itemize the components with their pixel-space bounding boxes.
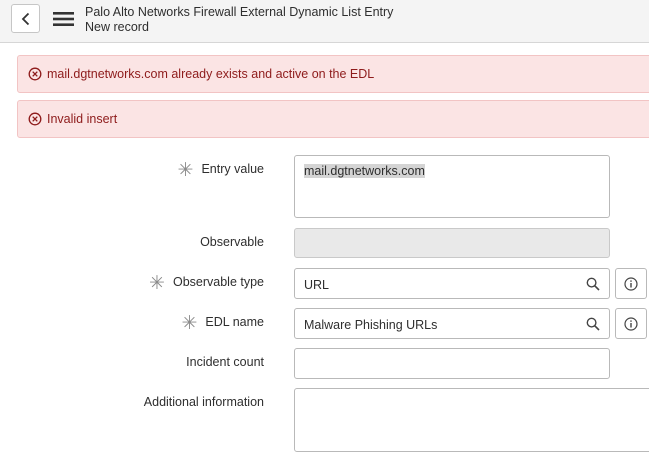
- hamburger-menu-icon: [52, 12, 74, 26]
- observable-type-label: ✳ Observable type: [149, 273, 264, 294]
- entry-value-textarea[interactable]: mail.dgtnetworks.com: [294, 155, 610, 218]
- entry-value-label: ✳ Entry value: [177, 160, 264, 181]
- additional-information-textarea[interactable]: [294, 388, 649, 452]
- error-message-text: mail.dgtnetworks.com already exists and …: [47, 67, 375, 81]
- error-message-text: Invalid insert: [47, 112, 118, 126]
- observable-label: Observable: [200, 235, 264, 249]
- required-asterisk-icon: ✳: [149, 273, 165, 294]
- search-icon: [586, 277, 600, 291]
- edl-name-label-text: EDL name: [205, 315, 264, 329]
- error-message: Invalid insert: [17, 100, 649, 138]
- header-title-block: Palo Alto Networks Firewall External Dyn…: [85, 5, 393, 35]
- observable-label-text: Observable: [200, 235, 264, 249]
- edl-name-value: Malware Phishing URLs: [304, 318, 438, 332]
- info-icon: [624, 276, 638, 291]
- page-subtitle: New record: [85, 20, 149, 34]
- required-asterisk-icon: ✳: [181, 313, 198, 334]
- page-title: Palo Alto Networks Firewall External Dyn…: [85, 5, 394, 19]
- edl-name-input[interactable]: Malware Phishing URLs: [294, 308, 578, 339]
- additional-information-label: Additional information: [144, 395, 264, 409]
- observable-type-info-button[interactable]: [615, 268, 647, 299]
- chevron-left-icon: [21, 12, 29, 25]
- search-icon: [586, 317, 600, 331]
- back-button[interactable]: [11, 4, 40, 33]
- error-circle-icon: [28, 67, 42, 81]
- form-header: Palo Alto Networks Firewall External Dyn…: [0, 0, 649, 43]
- observable-type-label-text: Observable type: [172, 275, 264, 289]
- hamburger-menu-button[interactable]: [52, 9, 74, 29]
- observable-type-lookup-button[interactable]: [577, 268, 610, 299]
- observable-type-value: URL: [304, 278, 330, 292]
- observable-type-input[interactable]: URL: [294, 268, 578, 299]
- entry-value-text: mail.dgtnetworks.com: [304, 164, 425, 178]
- required-asterisk-icon: ✳: [177, 160, 194, 181]
- incident-count-input[interactable]: [294, 348, 610, 379]
- info-icon: [624, 316, 638, 331]
- additional-information-label-text: Additional information: [143, 395, 264, 409]
- incident-count-label: Incident count: [186, 355, 264, 369]
- edl-name-label: ✳ EDL name: [181, 313, 264, 334]
- entry-value-label-text: Entry value: [201, 162, 264, 176]
- error-circle-icon: [28, 112, 42, 126]
- edl-name-info-button[interactable]: [615, 308, 647, 339]
- incident-count-label-text: Incident count: [186, 355, 264, 369]
- observable-field: [294, 228, 610, 258]
- error-message: mail.dgtnetworks.com already exists and …: [17, 55, 649, 93]
- edl-name-lookup-button[interactable]: [577, 308, 610, 339]
